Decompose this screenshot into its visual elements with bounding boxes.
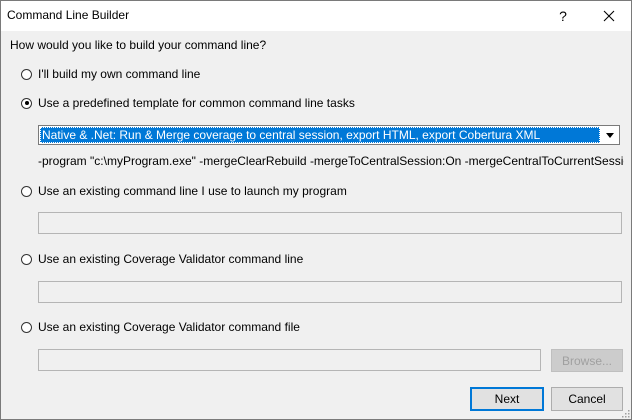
radio-indicator[interactable] [21,97,32,109]
radio-label: I'll build my own command line [38,67,201,81]
radio-existing-cv-command-file[interactable]: Use an existing Coverage Validator comma… [21,319,300,335]
radio-indicator[interactable] [21,321,32,333]
dropdown-arrow-button[interactable] [601,127,618,143]
close-icon [603,10,615,22]
command-line-preview: -program "c:\myProgram.exe" -mergeClearR… [38,154,624,168]
radio-label: Use an existing command line I use to la… [38,184,347,198]
radio-predefined-template[interactable]: Use a predefined template for common com… [21,95,355,111]
radio-own-command-line[interactable]: I'll build my own command line [21,66,200,82]
help-icon: ? [559,8,567,24]
radio-existing-cv-command-line[interactable]: Use an existing Coverage Validator comma… [21,251,303,267]
radio-label: Use a predefined template for common com… [38,96,355,110]
radio-indicator[interactable] [21,68,32,80]
template-select-value: Native & .Net: Run & Merge coverage to c… [40,127,600,143]
resize-grip-icon[interactable] [620,408,630,418]
browse-button[interactable]: Browse... [551,349,623,372]
window-title: Command Line Builder [7,8,130,22]
launch-command-input[interactable] [38,212,622,234]
title-bar: Command Line Builder ? [1,1,631,31]
help-button[interactable]: ? [543,1,583,31]
next-button[interactable]: Next [470,387,544,411]
template-select[interactable]: Native & .Net: Run & Merge coverage to c… [38,125,620,145]
cv-command-file-input[interactable] [38,349,541,371]
cv-command-line-input[interactable] [38,281,622,303]
radio-label: Use an existing Coverage Validator comma… [38,320,300,334]
command-line-builder-dialog: Command Line Builder ? How would you lik… [0,0,632,420]
radio-label: Use an existing Coverage Validator comma… [38,252,304,266]
chevron-down-icon [605,132,614,138]
radio-indicator[interactable] [21,185,32,197]
radio-indicator[interactable] [21,253,32,265]
cancel-button[interactable]: Cancel [551,387,623,411]
radio-existing-launch-command[interactable]: Use an existing command line I use to la… [21,183,347,199]
prompt-label: How would you like to build your command… [10,38,267,52]
close-button[interactable] [589,1,629,31]
